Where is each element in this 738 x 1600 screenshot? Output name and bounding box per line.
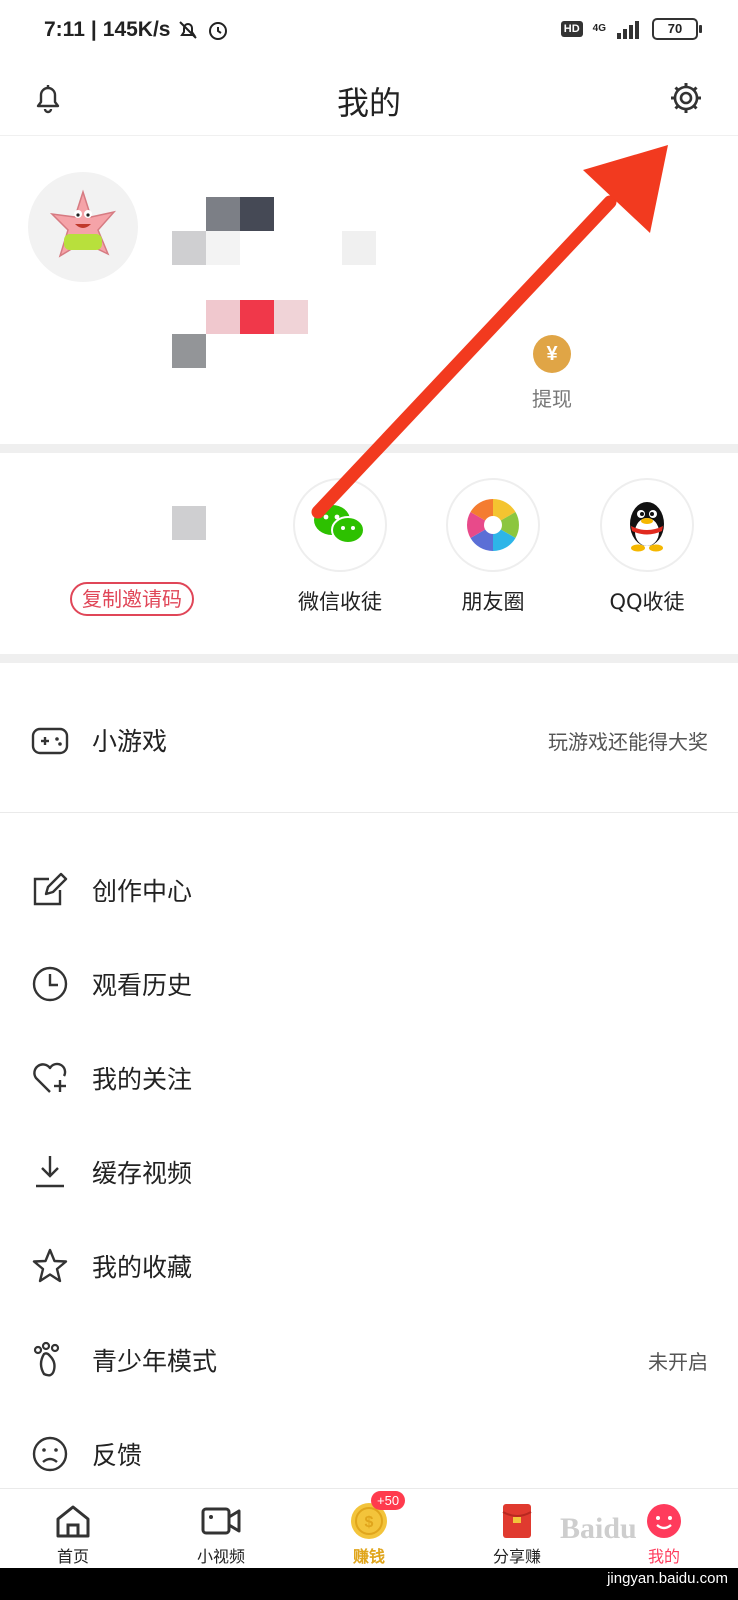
patrick-star-avatar-icon [49, 189, 117, 258]
tab-label: 首页 [56, 1547, 89, 1566]
menu-label: 反馈 [92, 1441, 143, 1470]
tab-label: 我的 [647, 1547, 680, 1566]
earn-badge: +50 [371, 1491, 406, 1510]
tab-home[interactable]: 首页 [13, 1489, 133, 1569]
status-separator: | [90, 18, 97, 41]
signal-icon [617, 21, 639, 39]
page-header: 我的 [0, 66, 738, 136]
mute-bell-icon [179, 21, 198, 39]
menu-item-cached-videos[interactable]: 缓存视频 [0, 1134, 738, 1214]
battery-indicator: 70 [652, 18, 702, 40]
share-moments-label: 朋友圈 [461, 590, 525, 614]
page-title: 我的 [336, 84, 401, 122]
menu-item-teen-mode[interactable]: 青少年模式 未开启 [0, 1322, 738, 1402]
video-camera-icon [201, 1507, 241, 1535]
menu-label: 创作中心 [92, 877, 193, 906]
svg-text:$: $ [365, 1514, 374, 1531]
menu-label: 小游戏 [92, 727, 168, 756]
menu-extra: 玩游戏还能得大奖 [548, 730, 708, 754]
status-speed: 145K/s [102, 18, 171, 41]
menu-label: 我的收藏 [92, 1253, 193, 1282]
tab-earn-money[interactable]: $ +50 赚钱 [309, 1489, 429, 1569]
tab-label: 分享赚 [492, 1547, 541, 1566]
avatar[interactable] [28, 172, 138, 282]
menu-extra: 未开启 [648, 1350, 708, 1374]
invite-code-censored [172, 506, 206, 540]
menu-item-mini-games[interactable]: 小游戏 玩游戏还能得大奖 [0, 702, 738, 782]
status-left: 7:11 | 145K/s [44, 18, 230, 42]
moments-aperture-icon [467, 499, 519, 551]
red-envelope-icon [502, 1504, 532, 1538]
section-divider [0, 444, 738, 453]
menu-item-my-favorites[interactable]: 我的收藏 [0, 1228, 738, 1308]
download-icon [36, 1156, 64, 1188]
tab-label: 赚钱 [352, 1547, 385, 1566]
network-type: 4G [592, 23, 606, 34]
withdraw-button[interactable]: ¥ 提现 [510, 335, 594, 412]
menu-item-feedback[interactable]: 反馈 [0, 1416, 738, 1496]
menu-item-watch-history[interactable]: 观看历史 [0, 946, 738, 1026]
copy-invite-code-button[interactable]: 复制邀请码 [70, 582, 194, 616]
qq-penguin-icon [630, 502, 664, 552]
star-icon [32, 1248, 68, 1283]
status-right: HD 4G 70 [560, 18, 702, 40]
heart-plus-icon [33, 1062, 67, 1093]
hd-badge: HD [560, 21, 583, 37]
tab-label: 小视频 [196, 1547, 245, 1566]
share-qq-button[interactable]: QQ收徒 [582, 478, 712, 616]
section-divider [0, 654, 738, 663]
baidu-watermark-logo: Baidu [560, 1512, 637, 1545]
row-divider [0, 812, 738, 813]
menu-label: 缓存视频 [92, 1159, 193, 1188]
tab-short-video[interactable]: 小视频 [161, 1489, 281, 1569]
sad-face-icon [32, 1436, 68, 1472]
clock-icon [32, 966, 68, 1002]
withdraw-label: 提现 [532, 387, 572, 411]
share-wechat-label: 微信收徒 [298, 590, 382, 614]
menu-label: 观看历史 [92, 971, 193, 1000]
wechat-icon [314, 505, 365, 544]
gamepad-icon [31, 727, 69, 755]
edit-icon [33, 872, 68, 906]
share-qq-label: QQ收徒 [609, 590, 685, 614]
menu-label: 青少年模式 [92, 1347, 218, 1376]
settings-gear-icon[interactable] [664, 76, 708, 120]
tab-share-earn[interactable]: 分享赚 [457, 1489, 577, 1569]
watermark-site: jingyan.baidu.com [607, 1570, 728, 1587]
menu-item-creation-center[interactable]: 创作中心 [0, 852, 738, 932]
menu-item-my-follows[interactable]: 我的关注 [0, 1040, 738, 1120]
smiley-avatar-icon [647, 1504, 681, 1538]
menu-label: 我的关注 [92, 1065, 193, 1094]
footprint-icon [33, 1341, 60, 1377]
status-time: 7:11 [44, 18, 85, 41]
home-icon [56, 1505, 90, 1538]
alarm-icon [209, 22, 228, 40]
yuan-coin-icon: ¥ [533, 335, 571, 373]
status-bar: 7:11 | 145K/s HD 4G 70 [0, 0, 738, 66]
share-wechat-button[interactable]: 微信收徒 [275, 478, 405, 616]
share-moments-button[interactable]: 朋友圈 [428, 478, 558, 616]
